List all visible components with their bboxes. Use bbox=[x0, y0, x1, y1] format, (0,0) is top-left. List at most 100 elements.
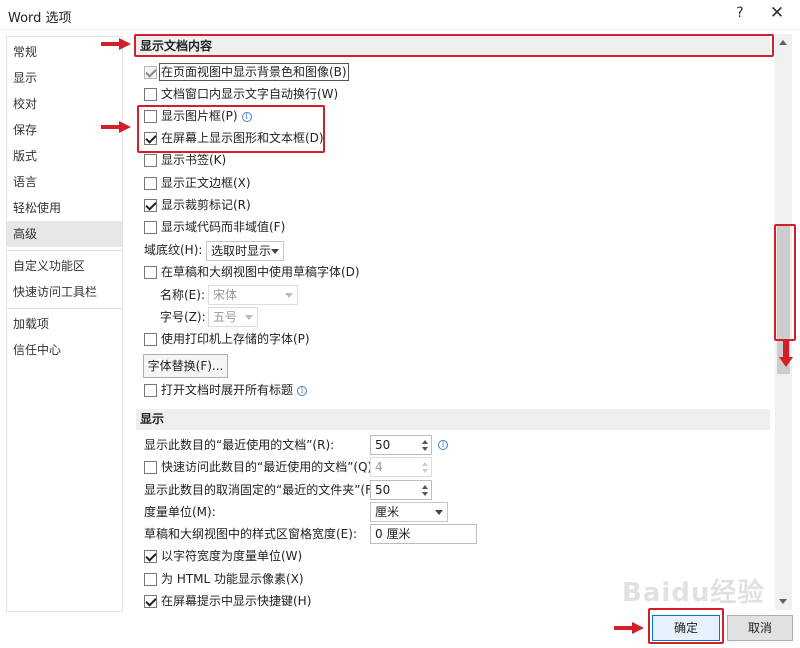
option-label: 打开文档时展开所有标题 bbox=[161, 383, 294, 397]
html-pixels-checkbox[interactable] bbox=[144, 573, 157, 586]
printer-fonts-checkbox[interactable] bbox=[144, 333, 157, 346]
sidebar-item-typography[interactable]: 版式 bbox=[7, 143, 122, 169]
option-label: 在屏幕提示中显示快捷键(H) bbox=[161, 594, 312, 608]
option-expand-headings[interactable]: 打开文档时展开所有标题 i bbox=[144, 380, 308, 400]
cancel-button[interactable]: 取消 bbox=[727, 615, 793, 641]
option-label: 显示书签(K) bbox=[161, 153, 227, 167]
option-label: 快速访问此数目的“最近使用的文档”(Q): bbox=[161, 460, 377, 474]
crop-marks-checkbox[interactable] bbox=[144, 199, 157, 212]
field-codes-checkbox[interactable] bbox=[144, 221, 157, 234]
spin-up-icon[interactable] bbox=[422, 440, 428, 444]
show-drawings-checkbox[interactable] bbox=[144, 132, 157, 145]
option-bg-colors[interactable]: 在页面视图中显示背景色和图像(B) bbox=[144, 62, 349, 82]
spin-down-icon[interactable] bbox=[422, 447, 428, 451]
option-bookmarks[interactable]: 显示书签(K) bbox=[144, 150, 226, 170]
text-boundaries-checkbox[interactable] bbox=[144, 177, 157, 190]
picture-placeholders-checkbox[interactable] bbox=[144, 110, 157, 123]
chevron-down-icon bbox=[245, 315, 253, 320]
spin-down-icon[interactable] bbox=[422, 469, 428, 473]
sidebar-item-advanced[interactable]: 高级 bbox=[7, 221, 122, 247]
sidebar-item-display[interactable]: 显示 bbox=[7, 65, 122, 91]
select-value: 选取时显示 bbox=[211, 244, 272, 258]
field-shading-select[interactable]: 选取时显示 bbox=[206, 241, 284, 261]
quick-recent-spinner[interactable]: 4 bbox=[370, 457, 432, 477]
arrow-down-icon bbox=[779, 341, 793, 367]
option-label: 在草稿和大纲视图中使用草稿字体(D) bbox=[161, 265, 360, 279]
option-field-codes[interactable]: 显示域代码而非域值(F) bbox=[144, 217, 285, 237]
section-header-display: 显示 bbox=[136, 409, 770, 430]
option-show-drawings[interactable]: 在屏幕上显示图形和文本框(D) bbox=[144, 128, 324, 148]
expand-headings-checkbox[interactable] bbox=[144, 384, 157, 397]
spinner-value: 50 bbox=[375, 438, 391, 452]
recent-docs-spinner[interactable]: 50 bbox=[370, 435, 432, 455]
vertical-scrollbar[interactable] bbox=[775, 34, 792, 610]
sidebar-item-customize-ribbon[interactable]: 自定义功能区 bbox=[7, 253, 122, 279]
option-text-wrap[interactable]: 文档窗口内显示文字自动换行(W) bbox=[144, 84, 338, 104]
sidebar-item-trust-center[interactable]: 信任中心 bbox=[7, 337, 122, 363]
option-label: 在页面视图中显示背景色和图像(B) bbox=[159, 63, 349, 81]
style-width-label: 草稿和大纲视图中的样式区窗格宽度(E): bbox=[144, 527, 357, 541]
option-draft-font[interactable]: 在草稿和大纲视图中使用草稿字体(D) bbox=[144, 262, 360, 282]
sidebar-item-add-ins[interactable]: 加载项 bbox=[7, 311, 122, 337]
options-content: 显示文档内容 在页面视图中显示背景色和图像(B) 文档窗口内显示文字自动换行(W… bbox=[136, 34, 772, 610]
sidebar-item-accessibility[interactable]: 轻松使用 bbox=[7, 195, 122, 221]
option-label: 文档窗口内显示文字自动换行(W) bbox=[161, 87, 339, 101]
draft-font-checkbox[interactable] bbox=[144, 266, 157, 279]
ok-button[interactable]: 确定 bbox=[652, 615, 720, 641]
font-substitution-button[interactable]: 字体替换(F)... bbox=[143, 354, 228, 378]
font-name-select[interactable]: 宋体 bbox=[208, 285, 298, 305]
char-width-checkbox[interactable] bbox=[144, 550, 157, 563]
option-label: 为 HTML 功能显示像素(X) bbox=[161, 572, 304, 586]
bookmarks-checkbox[interactable] bbox=[144, 154, 157, 167]
style-width-input[interactable]: 0 厘米 bbox=[370, 524, 477, 544]
shortcut-keys-checkbox[interactable] bbox=[144, 595, 157, 608]
recent-folders-spinner[interactable]: 50 bbox=[370, 480, 432, 500]
option-label: 显示正文边框(X) bbox=[161, 176, 251, 190]
option-char-width[interactable]: 以字符宽度为度量单位(W) bbox=[144, 546, 302, 566]
arrow-right-icon bbox=[101, 121, 131, 133]
spin-up-icon[interactable] bbox=[422, 462, 428, 466]
recent-folders-label: 显示此数目的取消固定的“最近的文件夹”(F): bbox=[144, 483, 381, 497]
arrow-right-icon bbox=[101, 38, 131, 50]
select-value: 宋体 bbox=[213, 288, 238, 302]
arrow-right-icon bbox=[614, 622, 644, 634]
window-title: Word 选项 bbox=[8, 11, 72, 26]
text-wrap-checkbox[interactable] bbox=[144, 88, 157, 101]
title-bar: Word 选项 ? ✕ bbox=[0, 0, 800, 30]
sidebar-divider bbox=[7, 308, 122, 309]
quick-recent-checkbox[interactable] bbox=[144, 461, 157, 474]
field-shading-label: 域底纹(H): bbox=[144, 243, 203, 257]
close-button[interactable]: ✕ bbox=[768, 3, 786, 23]
option-printer-fonts[interactable]: 使用打印机上存储的字体(P) bbox=[144, 329, 310, 349]
sidebar-item-language[interactable]: 语言 bbox=[7, 169, 122, 195]
spin-up-icon[interactable] bbox=[422, 485, 428, 489]
chevron-down-icon bbox=[435, 510, 443, 515]
option-label: 使用打印机上存储的字体(P) bbox=[161, 332, 310, 346]
recent-docs-label: 显示此数目的“最近使用的文档”(R): bbox=[144, 438, 335, 452]
bg-colors-checkbox[interactable] bbox=[144, 66, 157, 79]
option-text-boundaries[interactable]: 显示正文边框(X) bbox=[144, 173, 251, 193]
sidebar-item-quick-access-toolbar[interactable]: 快速访问工具栏 bbox=[7, 279, 122, 305]
info-icon: i bbox=[297, 386, 308, 396]
option-label: 显示图片框(P) bbox=[161, 109, 238, 123]
units-select[interactable]: 厘米 bbox=[370, 502, 448, 522]
option-html-pixels[interactable]: 为 HTML 功能显示像素(X) bbox=[144, 569, 304, 589]
spin-down-icon[interactable] bbox=[422, 492, 428, 496]
spinner-value: 50 bbox=[375, 483, 391, 497]
option-shortcut-keys[interactable]: 在屏幕提示中显示快捷键(H) bbox=[144, 591, 311, 610]
sidebar-divider bbox=[7, 250, 122, 251]
units-label: 度量单位(M): bbox=[144, 505, 216, 519]
select-value: 五号 bbox=[213, 310, 238, 324]
sidebar-item-proofing[interactable]: 校对 bbox=[7, 91, 122, 117]
font-size-select[interactable]: 五号 bbox=[208, 307, 258, 327]
option-crop-marks[interactable]: 显示裁剪标记(R) bbox=[144, 195, 251, 215]
scroll-down-icon[interactable] bbox=[775, 593, 792, 610]
help-button[interactable]: ? bbox=[732, 5, 748, 21]
option-label: 以字符宽度为度量单位(W) bbox=[161, 549, 303, 563]
option-picture-placeholders[interactable]: 显示图片框(P) i bbox=[144, 106, 252, 126]
scroll-up-icon[interactable] bbox=[775, 34, 792, 51]
info-icon: i bbox=[438, 440, 448, 450]
section-header-show-doc: 显示文档内容 bbox=[136, 36, 770, 57]
option-quick-recent[interactable]: 快速访问此数目的“最近使用的文档”(Q): bbox=[144, 457, 376, 477]
chevron-down-icon bbox=[271, 249, 279, 254]
